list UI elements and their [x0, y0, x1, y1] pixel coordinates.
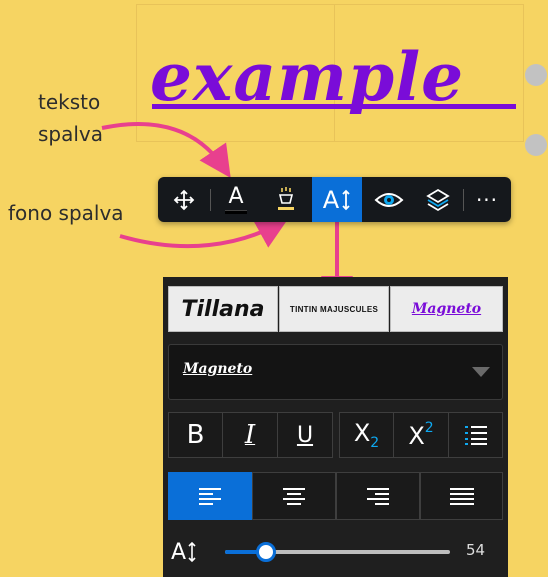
background-color-button[interactable] [262, 177, 310, 222]
font-size-slider-thumb[interactable] [255, 542, 276, 562]
align-center-button[interactable] [252, 472, 336, 520]
align-left-button[interactable] [168, 472, 252, 520]
font-preset-label: Magneto [411, 301, 482, 317]
text-format-panel: Tillana Tintin Majuscules Magneto Magnet… [163, 277, 508, 577]
text-color-button[interactable]: A [214, 177, 258, 222]
layers-icon [426, 188, 450, 211]
list-icon [464, 426, 487, 445]
italic-icon: I [244, 420, 256, 450]
arrow-to-text-color [101, 122, 231, 178]
align-left-icon [199, 488, 221, 505]
font-size-slider-track[interactable] [225, 542, 450, 562]
align-justify-button[interactable] [420, 472, 503, 520]
chevron-down-icon [472, 367, 490, 377]
layers-button[interactable] [416, 177, 460, 222]
font-size-icon: A [322, 185, 340, 214]
align-center-icon [283, 488, 305, 505]
toolbar-separator [463, 189, 464, 211]
underline-icon: U [296, 422, 314, 448]
font-size-label: A [171, 535, 197, 569]
align-right-icon [367, 488, 389, 505]
bold-icon: B [186, 420, 205, 450]
subscript-button[interactable]: X2 [339, 412, 394, 458]
floating-toolbar: A A ··· [158, 177, 511, 222]
more-button[interactable]: ··· [466, 177, 508, 222]
move-icon [173, 189, 195, 210]
list-button[interactable] [448, 412, 503, 458]
more-icon: ··· [475, 187, 499, 212]
italic-button[interactable]: I [222, 412, 278, 458]
highlighter-icon [278, 186, 294, 210]
underline-button[interactable]: U [277, 412, 333, 458]
font-size-button[interactable]: A [312, 177, 362, 222]
font-size-value: 54 [466, 541, 486, 559]
eye-icon [374, 192, 404, 207]
subscript-icon: X2 [353, 419, 380, 451]
align-justify-icon [449, 488, 474, 505]
visibility-button[interactable] [364, 177, 414, 222]
font-dropdown[interactable]: Magneto [168, 344, 503, 400]
toolbar-separator [210, 189, 211, 211]
font-dropdown-value: Magneto [183, 361, 253, 377]
move-button[interactable] [162, 177, 206, 222]
font-preset-label: Tillana [181, 296, 265, 322]
arrow-to-bg-color [119, 218, 289, 249]
align-right-button[interactable] [336, 472, 420, 520]
superscript-button[interactable]: X2 [393, 412, 449, 458]
font-size-icon: A [171, 539, 187, 565]
font-preset-tillana[interactable]: Tillana [168, 286, 278, 332]
text-color-icon: A [228, 183, 244, 209]
font-preset-tintin[interactable]: Tintin Majuscules [279, 286, 389, 332]
font-preset-magneto[interactable]: Magneto [390, 286, 503, 332]
superscript-icon: X2 [408, 420, 434, 450]
bold-button[interactable]: B [168, 412, 223, 458]
font-preset-label: Tintin Majuscules [289, 304, 379, 314]
